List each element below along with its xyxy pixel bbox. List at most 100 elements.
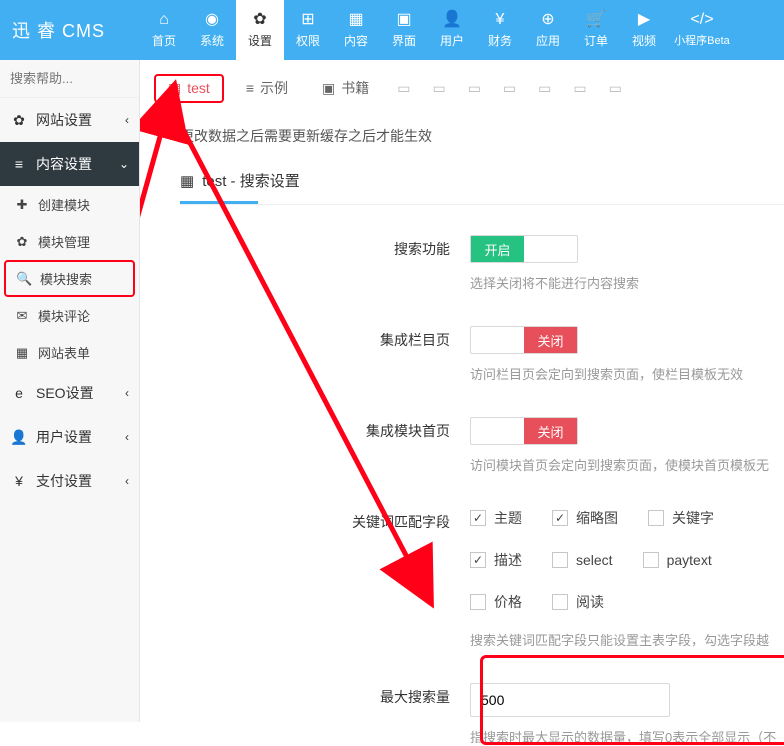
checkbox-4[interactable]: select: [552, 550, 613, 570]
finance-icon: ¥: [496, 12, 505, 28]
nav-app[interactable]: ⊕应用: [524, 0, 572, 60]
icon-6[interactable]: ▭: [573, 80, 586, 97]
sidebar-item-create-module[interactable]: ✚创建模块: [0, 186, 139, 223]
nav-user[interactable]: 👤用户: [428, 0, 476, 60]
chevron-left-icon: ‹: [125, 113, 129, 127]
content: ▦test ≡示例 ▣书籍 ▭ ▭ ▭ ▭ ▭ ▭ ▭ 更改数据之后需要更新缓存…: [140, 60, 784, 722]
sidebar-item-site-form[interactable]: ▦网站表单: [0, 334, 139, 371]
ui-icon: ▣: [396, 12, 411, 28]
tab-extra-icons: ▭ ▭ ▭ ▭ ▭ ▭ ▭: [397, 80, 622, 97]
checkbox-6[interactable]: 价格: [470, 592, 522, 612]
home-icon: ⌂: [159, 12, 169, 28]
list-icon: ≡: [246, 80, 254, 96]
icon-5[interactable]: ▭: [538, 80, 551, 97]
user-icon: 👤: [10, 429, 28, 446]
icon-4[interactable]: ▭: [503, 80, 516, 97]
input-max[interactable]: [470, 683, 670, 717]
icon-7[interactable]: ▭: [609, 80, 622, 97]
nav-settings[interactable]: ✿设置: [236, 0, 284, 60]
sidebar-item-module-manage[interactable]: ✿模块管理: [0, 223, 139, 260]
checkbox-0[interactable]: ✓主题: [470, 508, 522, 528]
user-icon: 👤: [442, 12, 462, 28]
nav-finance[interactable]: ¥财务: [476, 0, 524, 60]
table-icon: ▦: [180, 172, 194, 190]
ie-icon: e: [10, 385, 28, 401]
checkbox-3[interactable]: ✓描述: [470, 550, 522, 570]
switch-mod-index[interactable]: 关闭: [470, 417, 578, 445]
sidebar-search[interactable]: 🔍: [0, 60, 139, 98]
app-icon: ⊕: [541, 12, 554, 28]
icon-3[interactable]: ▭: [468, 80, 481, 97]
book-icon: ▣: [322, 80, 335, 97]
hint-col-index: 访问栏目页会定向到搜索页面，使栏目模板无效: [470, 364, 784, 383]
sidebar: 🔍 ✿ 网站设置 ‹ ≡ 内容设置 ⌄ ✚创建模块 ✿模块管理 🔍模块搜索 ✉模…: [0, 60, 140, 722]
sidebar-item-module-comment[interactable]: ✉模块评论: [0, 297, 139, 334]
yen-icon: ¥: [10, 473, 28, 489]
label-fields: 关键词匹配字段: [180, 508, 470, 649]
checkbox-5[interactable]: paytext: [643, 550, 712, 570]
checkbox-7[interactable]: 阅读: [552, 592, 604, 612]
nav-home[interactable]: ⌂首页: [140, 0, 188, 60]
label-search-enable: 搜索功能: [180, 235, 470, 292]
menu-pay-settings[interactable]: ¥ 支付设置 ‹: [0, 459, 139, 503]
field-checkboxes: ✓主题 ✓缩略图 关键字 ✓描述 select paytext 价格 阅读: [470, 508, 784, 612]
table-icon: ▦: [168, 80, 181, 97]
icon-1[interactable]: ▭: [397, 80, 410, 97]
hint-search-enable: 选择关闭将不能进行内容搜索: [470, 273, 784, 292]
nav-content[interactable]: ▦内容: [332, 0, 380, 60]
nav-miniprogram[interactable]: </>小程序Beta: [668, 0, 736, 60]
comment-icon: ✉: [14, 308, 30, 324]
chevron-left-icon: ‹: [125, 430, 129, 444]
checkbox-2[interactable]: 关键字: [648, 508, 714, 528]
checkbox-icon: [552, 552, 568, 568]
switch-col-index[interactable]: 关闭: [470, 326, 578, 354]
panel-divider: [180, 204, 784, 205]
panel-title: ▦ test - 搜索设置: [180, 170, 784, 191]
list-icon: ≡: [10, 156, 28, 172]
checkbox-icon: ✓: [470, 510, 486, 526]
settings-icon: ✿: [253, 12, 266, 28]
module-tabs: ▦test ≡示例 ▣书籍 ▭ ▭ ▭ ▭ ▭ ▭ ▭: [140, 60, 784, 116]
checkbox-icon: ✓: [552, 510, 568, 526]
permission-icon: ⊞: [301, 12, 314, 28]
chevron-left-icon: ‹: [125, 386, 129, 400]
nav-video[interactable]: ▶视频: [620, 0, 668, 60]
switch-search-enable[interactable]: 开启: [470, 235, 578, 263]
tab-example[interactable]: ≡示例: [234, 72, 300, 104]
menu-site-settings[interactable]: ✿ 网站设置 ‹: [0, 98, 139, 142]
nav-permission[interactable]: ⊞权限: [284, 0, 332, 60]
checkbox-icon: ✓: [470, 552, 486, 568]
video-icon: ▶: [638, 12, 650, 28]
tab-books[interactable]: ▣书籍: [310, 72, 381, 104]
chevron-left-icon: ‹: [125, 474, 129, 488]
brand: 迅 睿 CMS: [0, 17, 140, 43]
menu-seo-settings[interactable]: e SEO设置 ‹: [0, 371, 139, 415]
content-icon: ▦: [348, 12, 363, 28]
label-max: 最大搜索量: [180, 683, 470, 746]
nav-order[interactable]: 🛒订单: [572, 0, 620, 60]
hint-fields: 搜索关键词匹配字段只能设置主表字段，勾选字段越: [470, 630, 784, 649]
label-mod-index: 集成模块首页: [180, 417, 470, 474]
checkbox-1[interactable]: ✓缩略图: [552, 508, 618, 528]
menu-content-settings[interactable]: ≡ 内容设置 ⌄: [0, 142, 139, 186]
system-icon: ◉: [205, 12, 219, 28]
hint-max: 指搜索时最大显示的数据量，填写0表示全部显示（不: [470, 727, 784, 746]
note-text: 更改数据之后需要更新缓存之后才能生效: [180, 126, 784, 146]
checkbox-icon: [470, 594, 486, 610]
checkbox-icon: [648, 510, 664, 526]
order-icon: 🛒: [586, 12, 606, 28]
nav-system[interactable]: ◉系统: [188, 0, 236, 60]
label-col-index: 集成栏目页: [180, 326, 470, 383]
icon-2[interactable]: ▭: [432, 80, 445, 97]
code-icon: </>: [690, 12, 713, 28]
nav-ui[interactable]: ▣界面: [380, 0, 428, 60]
table-icon: ▦: [14, 345, 30, 361]
gear-icon: ✿: [10, 112, 28, 129]
checkbox-icon: [552, 594, 568, 610]
cogs-icon: ✿: [14, 234, 30, 250]
top-nav: ⌂首页 ◉系统 ✿设置 ⊞权限 ▦内容 ▣界面 👤用户 ¥财务 ⊕应用 🛒订单 …: [140, 0, 736, 60]
checkbox-icon: [643, 552, 659, 568]
sidebar-item-module-search[interactable]: 🔍模块搜索: [4, 260, 135, 297]
menu-user-settings[interactable]: 👤 用户设置 ‹: [0, 415, 139, 459]
tab-test[interactable]: ▦test: [154, 74, 224, 103]
